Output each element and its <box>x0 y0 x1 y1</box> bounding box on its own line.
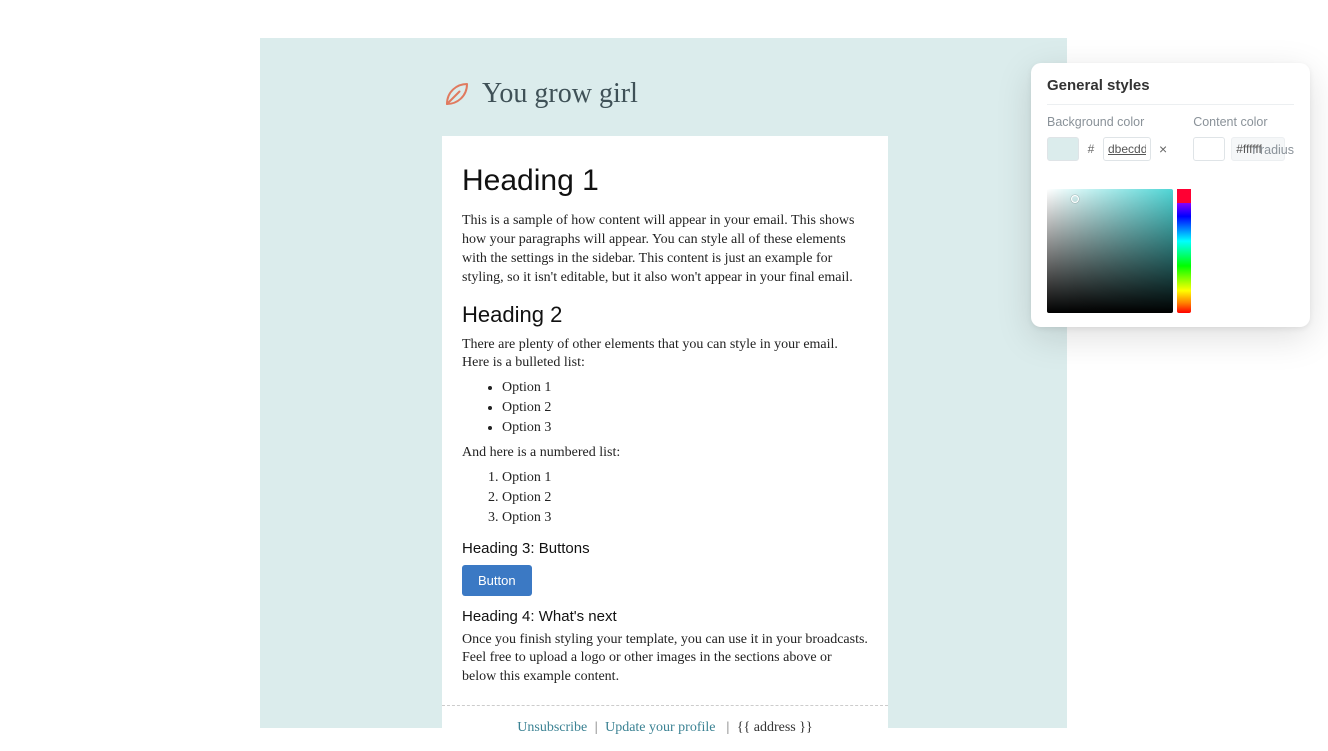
paragraph-2: There are plenty of other elements that … <box>462 336 868 374</box>
list-item: Option 1 <box>502 469 868 488</box>
footer-divider <box>442 705 888 706</box>
list-item: Option 2 <box>502 489 868 508</box>
hash-symbol: # <box>1085 142 1097 156</box>
heading-2: Heading 2 <box>462 302 868 328</box>
update-profile-link[interactable]: Update your profile <box>605 720 715 735</box>
email-footer: Unsubscribe | Update your profile | {{ a… <box>462 716 868 738</box>
paragraph-1: This is a sample of how content will app… <box>462 212 868 288</box>
brand-header: You grow girl <box>260 38 1067 110</box>
background-color-swatch[interactable] <box>1047 137 1079 161</box>
color-picker-cursor[interactable] <box>1071 195 1079 203</box>
content-color-label: Content color <box>1193 115 1294 129</box>
background-color-label: Background color <box>1047 115 1169 129</box>
list-item: Option 3 <box>502 419 868 438</box>
radius-label: r radius <box>1252 143 1294 157</box>
list-item: Option 1 <box>502 379 868 398</box>
heading-1: Heading 1 <box>462 164 868 198</box>
email-canvas: You grow girl Heading 1 This is a sample… <box>260 38 1067 728</box>
footer-separator: | <box>595 720 598 735</box>
unsubscribe-link[interactable]: Unsubscribe <box>517 720 587 735</box>
general-styles-panel: General styles Background color # × Cont… <box>1031 63 1310 327</box>
brand-title: You grow girl <box>482 78 638 110</box>
color-picker-hue-strip[interactable] <box>1177 189 1191 313</box>
panel-title: General styles <box>1047 77 1294 105</box>
heading-4: Heading 4: What's next <box>462 608 868 625</box>
background-hex-input[interactable] <box>1103 137 1151 161</box>
email-content-card: Heading 1 This is a sample of how conten… <box>442 136 888 751</box>
leaf-icon <box>442 79 472 109</box>
numbered-list: Option 1 Option 2 Option 3 <box>462 469 868 528</box>
bulleted-list: Option 1 Option 2 Option 3 <box>462 379 868 438</box>
list-item: Option 2 <box>502 399 868 418</box>
address-token: {{ address }} <box>737 720 813 735</box>
sample-button[interactable]: Button <box>462 565 532 596</box>
content-color-swatch[interactable] <box>1193 137 1225 161</box>
heading-3: Heading 3: Buttons <box>462 540 868 557</box>
color-picker-sv-plane[interactable] <box>1047 189 1173 313</box>
footer-separator: | <box>723 720 729 735</box>
list-item: Option 3 <box>502 509 868 528</box>
color-picker[interactable] <box>1047 189 1191 313</box>
paragraph-3: Once you finish styling your template, y… <box>462 631 868 688</box>
numbered-intro: And here is a numbered list: <box>462 444 868 463</box>
clear-background-button[interactable]: × <box>1157 141 1169 157</box>
